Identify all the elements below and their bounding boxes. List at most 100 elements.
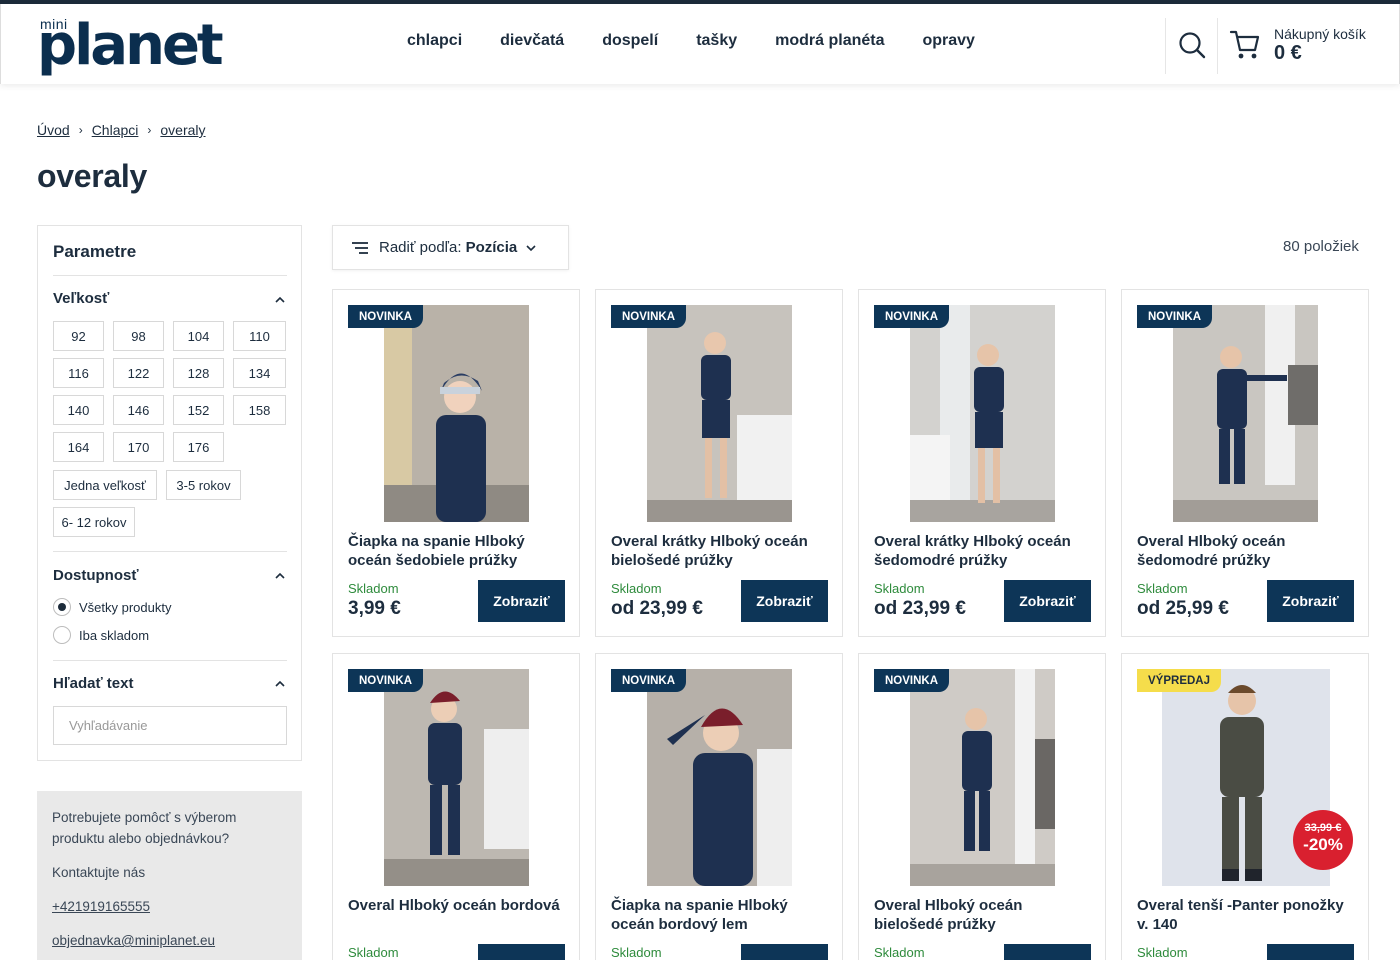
product-name[interactable]: Overal tenší -Panter ponožky v. 140: [1137, 896, 1357, 934]
size-filter-title[interactable]: Veľkosť: [53, 290, 109, 307]
nav-item-tasky[interactable]: tašky: [696, 32, 737, 50]
product-name[interactable]: Čiapka na spanie Hlboký oceán bordový le…: [611, 896, 831, 934]
product-card[interactable]: NOVINKA Čiapka na spanie Hlboký oceán še…: [332, 289, 580, 637]
show-button[interactable]: Zobraziť: [1267, 580, 1354, 622]
product-card[interactable]: NOVINKA Overal krátky Hlboký oceán šedom…: [858, 289, 1106, 637]
new-badge: NOVINKA: [348, 669, 424, 692]
divider: [53, 275, 287, 276]
size-option[interactable]: 98: [113, 321, 164, 351]
help-box: Potrebujete pomôcť s výberom produktu al…: [37, 791, 302, 960]
divider: [53, 660, 287, 661]
show-button[interactable]: Zobraziť: [741, 944, 828, 960]
size-option[interactable]: 164: [53, 432, 104, 462]
sale-badge: VÝPREDAJ: [1137, 669, 1221, 692]
product-card[interactable]: NOVINKA Overal Hlboký oceán bielošedé pr…: [858, 653, 1106, 960]
size-option[interactable]: 146: [113, 395, 164, 425]
size-option[interactable]: 140: [53, 395, 104, 425]
header-divider: [1165, 18, 1166, 74]
chevron-right-icon: ›: [147, 123, 152, 137]
product-name[interactable]: Overal Hlboký oceán bordová: [348, 896, 568, 915]
product-name[interactable]: Overal Hlboký oceán bielošedé prúžky: [874, 896, 1094, 934]
chevron-right-icon: ›: [78, 123, 83, 137]
show-button[interactable]: Zobraziť: [478, 944, 565, 960]
size-option[interactable]: 6- 12 rokov: [53, 507, 135, 537]
size-option[interactable]: 170: [113, 432, 164, 462]
product-card[interactable]: NOVINKA Overal Hlboký oceán šedomodré pr…: [1121, 289, 1369, 637]
product-image[interactable]: [647, 669, 792, 886]
product-image[interactable]: [1173, 305, 1318, 522]
chevron-up-icon[interactable]: [274, 294, 286, 306]
product-card[interactable]: NOVINKA Overal krátky Hlboký oceán bielo…: [595, 289, 843, 637]
stock-status: Skladom: [1137, 581, 1188, 596]
product-name[interactable]: Overal Hlboký oceán šedomodré prúžky: [1137, 532, 1357, 570]
product-image[interactable]: [910, 305, 1055, 522]
sort-value: Pozícia: [465, 239, 518, 256]
cart-total[interactable]: 0 €: [1274, 42, 1302, 65]
breadcrumb: Úvod › Chlapci › overaly: [37, 122, 206, 138]
size-option[interactable]: 122: [113, 358, 164, 388]
help-email-link[interactable]: objednavka@miniplanet.eu: [52, 930, 287, 951]
show-button[interactable]: Zobraziť: [1004, 944, 1091, 960]
new-badge: NOVINKA: [874, 305, 950, 328]
header-divider: [1217, 18, 1218, 74]
size-option[interactable]: 128: [173, 358, 224, 388]
size-option[interactable]: 176: [173, 432, 224, 462]
breadcrumb-current[interactable]: overaly: [160, 122, 205, 138]
size-option[interactable]: 3-5 rokov: [166, 470, 241, 500]
chevron-up-icon[interactable]: [274, 678, 286, 690]
breadcrumb-home[interactable]: Úvod: [37, 122, 70, 138]
nav-item-dospeli[interactable]: dospelí: [602, 32, 658, 50]
show-button[interactable]: Zobraziť: [1267, 944, 1354, 960]
size-option[interactable]: 152: [173, 395, 224, 425]
availability-option-stock[interactable]: Iba skladom: [53, 626, 149, 644]
product-card[interactable]: VÝPREDAJ 33,99 € -20% Overal tenší -Pant…: [1121, 653, 1369, 960]
chevron-up-icon[interactable]: [274, 570, 286, 582]
old-price: 33,99 €: [1304, 822, 1342, 834]
product-image[interactable]: [647, 305, 792, 522]
cart-label[interactable]: Nákupný košík: [1274, 26, 1366, 42]
product-card[interactable]: NOVINKA Čiapka na spanie Hlboký oceán bo…: [595, 653, 843, 960]
show-button[interactable]: Zobraziť: [741, 580, 828, 622]
filter-search-input[interactable]: [53, 706, 287, 745]
help-phone-link[interactable]: +421919165555: [52, 896, 287, 917]
help-text: Potrebujete pomôcť s výberom produktu al…: [52, 810, 237, 846]
radio-selected[interactable]: [53, 598, 71, 616]
size-option[interactable]: 110: [233, 321, 286, 351]
product-image[interactable]: [910, 669, 1055, 886]
show-button[interactable]: Zobraziť: [1004, 580, 1091, 622]
availability-option-all[interactable]: Všetky produkty: [53, 598, 172, 616]
sort-label: Radiť podľa:: [379, 239, 462, 256]
product-price: od 25,99 €: [1137, 598, 1229, 619]
size-option[interactable]: 104: [173, 321, 224, 351]
search-button[interactable]: [1177, 30, 1207, 60]
product-image[interactable]: [384, 669, 529, 886]
breadcrumb-chlapci[interactable]: Chlapci: [92, 122, 139, 138]
cart-button[interactable]: [1229, 28, 1261, 62]
product-card[interactable]: NOVINKA Overal Hlboký oceán bordová Skla…: [332, 653, 580, 960]
availability-filter-title[interactable]: Dostupnosť: [53, 567, 139, 584]
show-button[interactable]: Zobraziť: [478, 580, 565, 622]
size-option[interactable]: 158: [233, 395, 286, 425]
logo[interactable]: mini planet: [37, 12, 227, 78]
nav-item-dievcata[interactable]: dievčatá: [500, 32, 564, 50]
size-option[interactable]: 92: [53, 321, 104, 351]
product-price: 3,99 €: [348, 598, 401, 619]
product-name[interactable]: Overal krátky Hlboký oceán bielošedé prú…: [611, 532, 831, 570]
product-image[interactable]: [384, 305, 529, 522]
nav-item-modra-planeta[interactable]: modrá planéta: [775, 32, 884, 50]
product-name[interactable]: Overal krátky Hlboký oceán šedomodré prú…: [874, 532, 1094, 570]
sort-dropdown[interactable]: Radiť podľa: Pozícia: [332, 225, 569, 270]
radio-unselected[interactable]: [53, 626, 71, 644]
size-option[interactable]: 116: [53, 358, 104, 388]
radio-label: Iba skladom: [79, 627, 150, 643]
new-badge: NOVINKA: [1137, 305, 1213, 328]
filter-title: Parametre: [53, 242, 137, 261]
new-badge: NOVINKA: [611, 669, 687, 692]
size-option[interactable]: Jedna veľkosť: [53, 470, 157, 500]
nav-item-opravy[interactable]: opravy: [922, 32, 974, 50]
text-filter-title[interactable]: Hľadať text: [53, 675, 134, 692]
stock-status: Skladom: [348, 945, 399, 960]
nav-item-chlapci[interactable]: chlapci: [407, 32, 462, 50]
size-option[interactable]: 134: [233, 358, 286, 388]
product-name[interactable]: Čiapka na spanie Hlboký oceán šedobiele …: [348, 532, 568, 570]
